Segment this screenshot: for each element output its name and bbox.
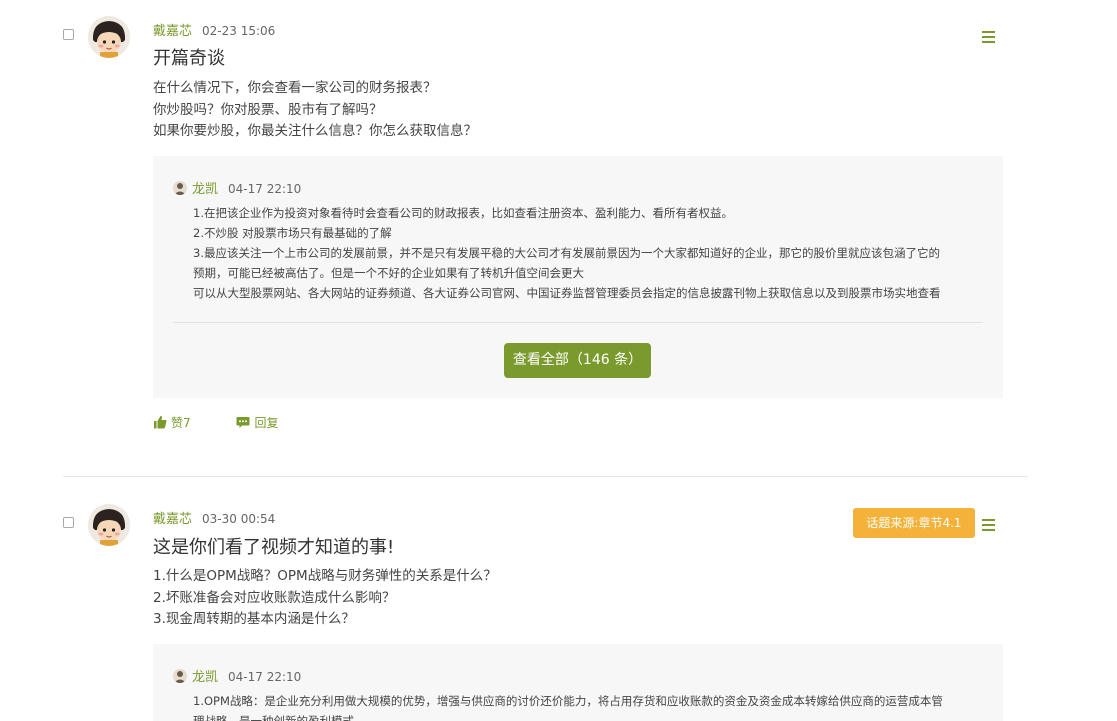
reply-meta: 龙凯 04-17 22:10 (173, 668, 301, 686)
post-author[interactable]: 戴嘉芯 (153, 24, 192, 39)
post-menu-icon[interactable] (982, 31, 996, 43)
post-body-line: 在什么情况下，你会查看一家公司的财务报表？ (153, 80, 437, 96)
post-title: 这是你们看了视频才知道的事! (153, 537, 395, 558)
avatar[interactable] (88, 16, 130, 58)
post-select-checkbox[interactable] (63, 517, 74, 528)
reply-button[interactable]: 回复 (236, 414, 278, 432)
reply-text: 1.在把该企业作为投资对象看待时会查看公司的财政报表，比如查看注册资本、盈利能力… (193, 203, 983, 303)
avatar-cartoon-icon (88, 504, 130, 546)
post-time: 03-30 00:54 (202, 512, 276, 526)
reply-avatar-icon (173, 181, 187, 195)
post-author[interactable]: 戴嘉芯 (153, 512, 192, 527)
reply-text-line: 可以从大型股票网站、各大网站的证券频道、各大证券公司官网、中国证券监督管理委员会… (193, 286, 941, 300)
reply-box: 龙凯 04-17 22:10 1.OPM战略：是企业充分利用做大规模的优势，增强与… (153, 644, 1003, 721)
discussion-post: 戴嘉芯 02-23 15:06 开篇奇谈 在什么情况下，你会查看一家公司的财务报表… (0, 0, 1117, 476)
post-actions: 赞7 回复 (153, 414, 278, 432)
avatar[interactable] (88, 504, 130, 546)
reply-text-line: 1.OPM战略：是企业充分利用做大规模的优势，增强与供应商的讨价还价能力，将占用… (193, 694, 943, 708)
reply-meta: 龙凯 04-17 22:10 (173, 180, 301, 198)
reply-author[interactable]: 龙凯 (192, 182, 218, 197)
thumbs-up-icon (154, 415, 167, 429)
post-meta: 戴嘉芯 02-23 15:06 (153, 22, 275, 40)
view-all-replies-button[interactable]: 查看全部（146 条） (504, 343, 651, 378)
post-title: 开篇奇谈 (153, 48, 225, 69)
reply-label: 回复 (254, 416, 279, 430)
like-count: 赞7 (171, 416, 191, 430)
post-body-line: 1.什么是OPM战略？OPM战略与财务弹性的关系是什么？ (153, 568, 497, 584)
post-body: 1.什么是OPM战略？OPM战略与财务弹性的关系是什么？ 2.坏账准备会对应收账… (153, 566, 1003, 631)
reply-avatar[interactable] (173, 669, 187, 683)
reply-text: 1.OPM战略：是企业充分利用做大规模的优势，增强与供应商的讨价还价能力，将占用… (193, 691, 983, 721)
reply-text-line: 理战略，是一种创新的盈利模式 (193, 714, 354, 721)
post-body-line: 如果你要炒股，你最关注什么信息？你怎么获取信息？ (153, 123, 477, 139)
reply-avatar[interactable] (173, 181, 187, 195)
reply-box: 龙凯 04-17 22:10 1.在把该企业作为投资对象看待时会查看公司的财政报表… (153, 156, 1003, 398)
post-meta: 戴嘉芯 03-30 00:54 (153, 510, 275, 528)
reply-text-line: 2.不炒股 对股票市场只有最基础的了解 (193, 226, 392, 240)
reply-avatar-icon (173, 669, 187, 683)
reply-divider (173, 322, 983, 323)
reply-author[interactable]: 龙凯 (192, 670, 218, 685)
reply-text-line: 3.最应该关注一个上市公司的发展前景，并不是只有发展平稳的大公司才有发展前景因为… (193, 246, 940, 260)
topic-source-badge[interactable]: 话题来源:章节4.1 (853, 508, 975, 538)
like-button[interactable]: 赞7 (153, 414, 191, 432)
post-body-line: 3.现金周转期的基本内涵是什么？ (153, 611, 355, 627)
reply-time: 04-17 22:10 (228, 182, 302, 196)
discussion-page: 戴嘉芯 02-23 15:06 开篇奇谈 在什么情况下，你会查看一家公司的财务报表… (0, 0, 1117, 721)
reply-text-line: 1.在把该企业作为投资对象看待时会查看公司的财政报表，比如查看注册资本、盈利能力… (193, 206, 733, 220)
comment-icon (236, 417, 250, 428)
avatar-cartoon-icon (88, 16, 130, 58)
reply-time: 04-17 22:10 (228, 670, 302, 684)
post-body-line: 你炒股吗？你对股票、股市有了解吗？ (153, 101, 383, 118)
reply-text-line: 预期，可能已经被高估了。但是一个不好的企业如果有了转机升值空间会更大 (193, 266, 584, 280)
post-body: 在什么情况下，你会查看一家公司的财务报表？ 你炒股吗？你对股票、股市有了解吗？ … (153, 78, 1003, 143)
post-select-checkbox[interactable] (63, 29, 74, 40)
post-time: 02-23 15:06 (202, 24, 276, 38)
post-body-line: 2.坏账准备会对应收账款造成什么影响？ (153, 589, 396, 606)
post-menu-icon[interactable] (982, 519, 996, 531)
discussion-post: 戴嘉芯 03-30 00:54 话题来源:章节4.1 这是你们看了视频才知道的事!… (0, 477, 1117, 721)
